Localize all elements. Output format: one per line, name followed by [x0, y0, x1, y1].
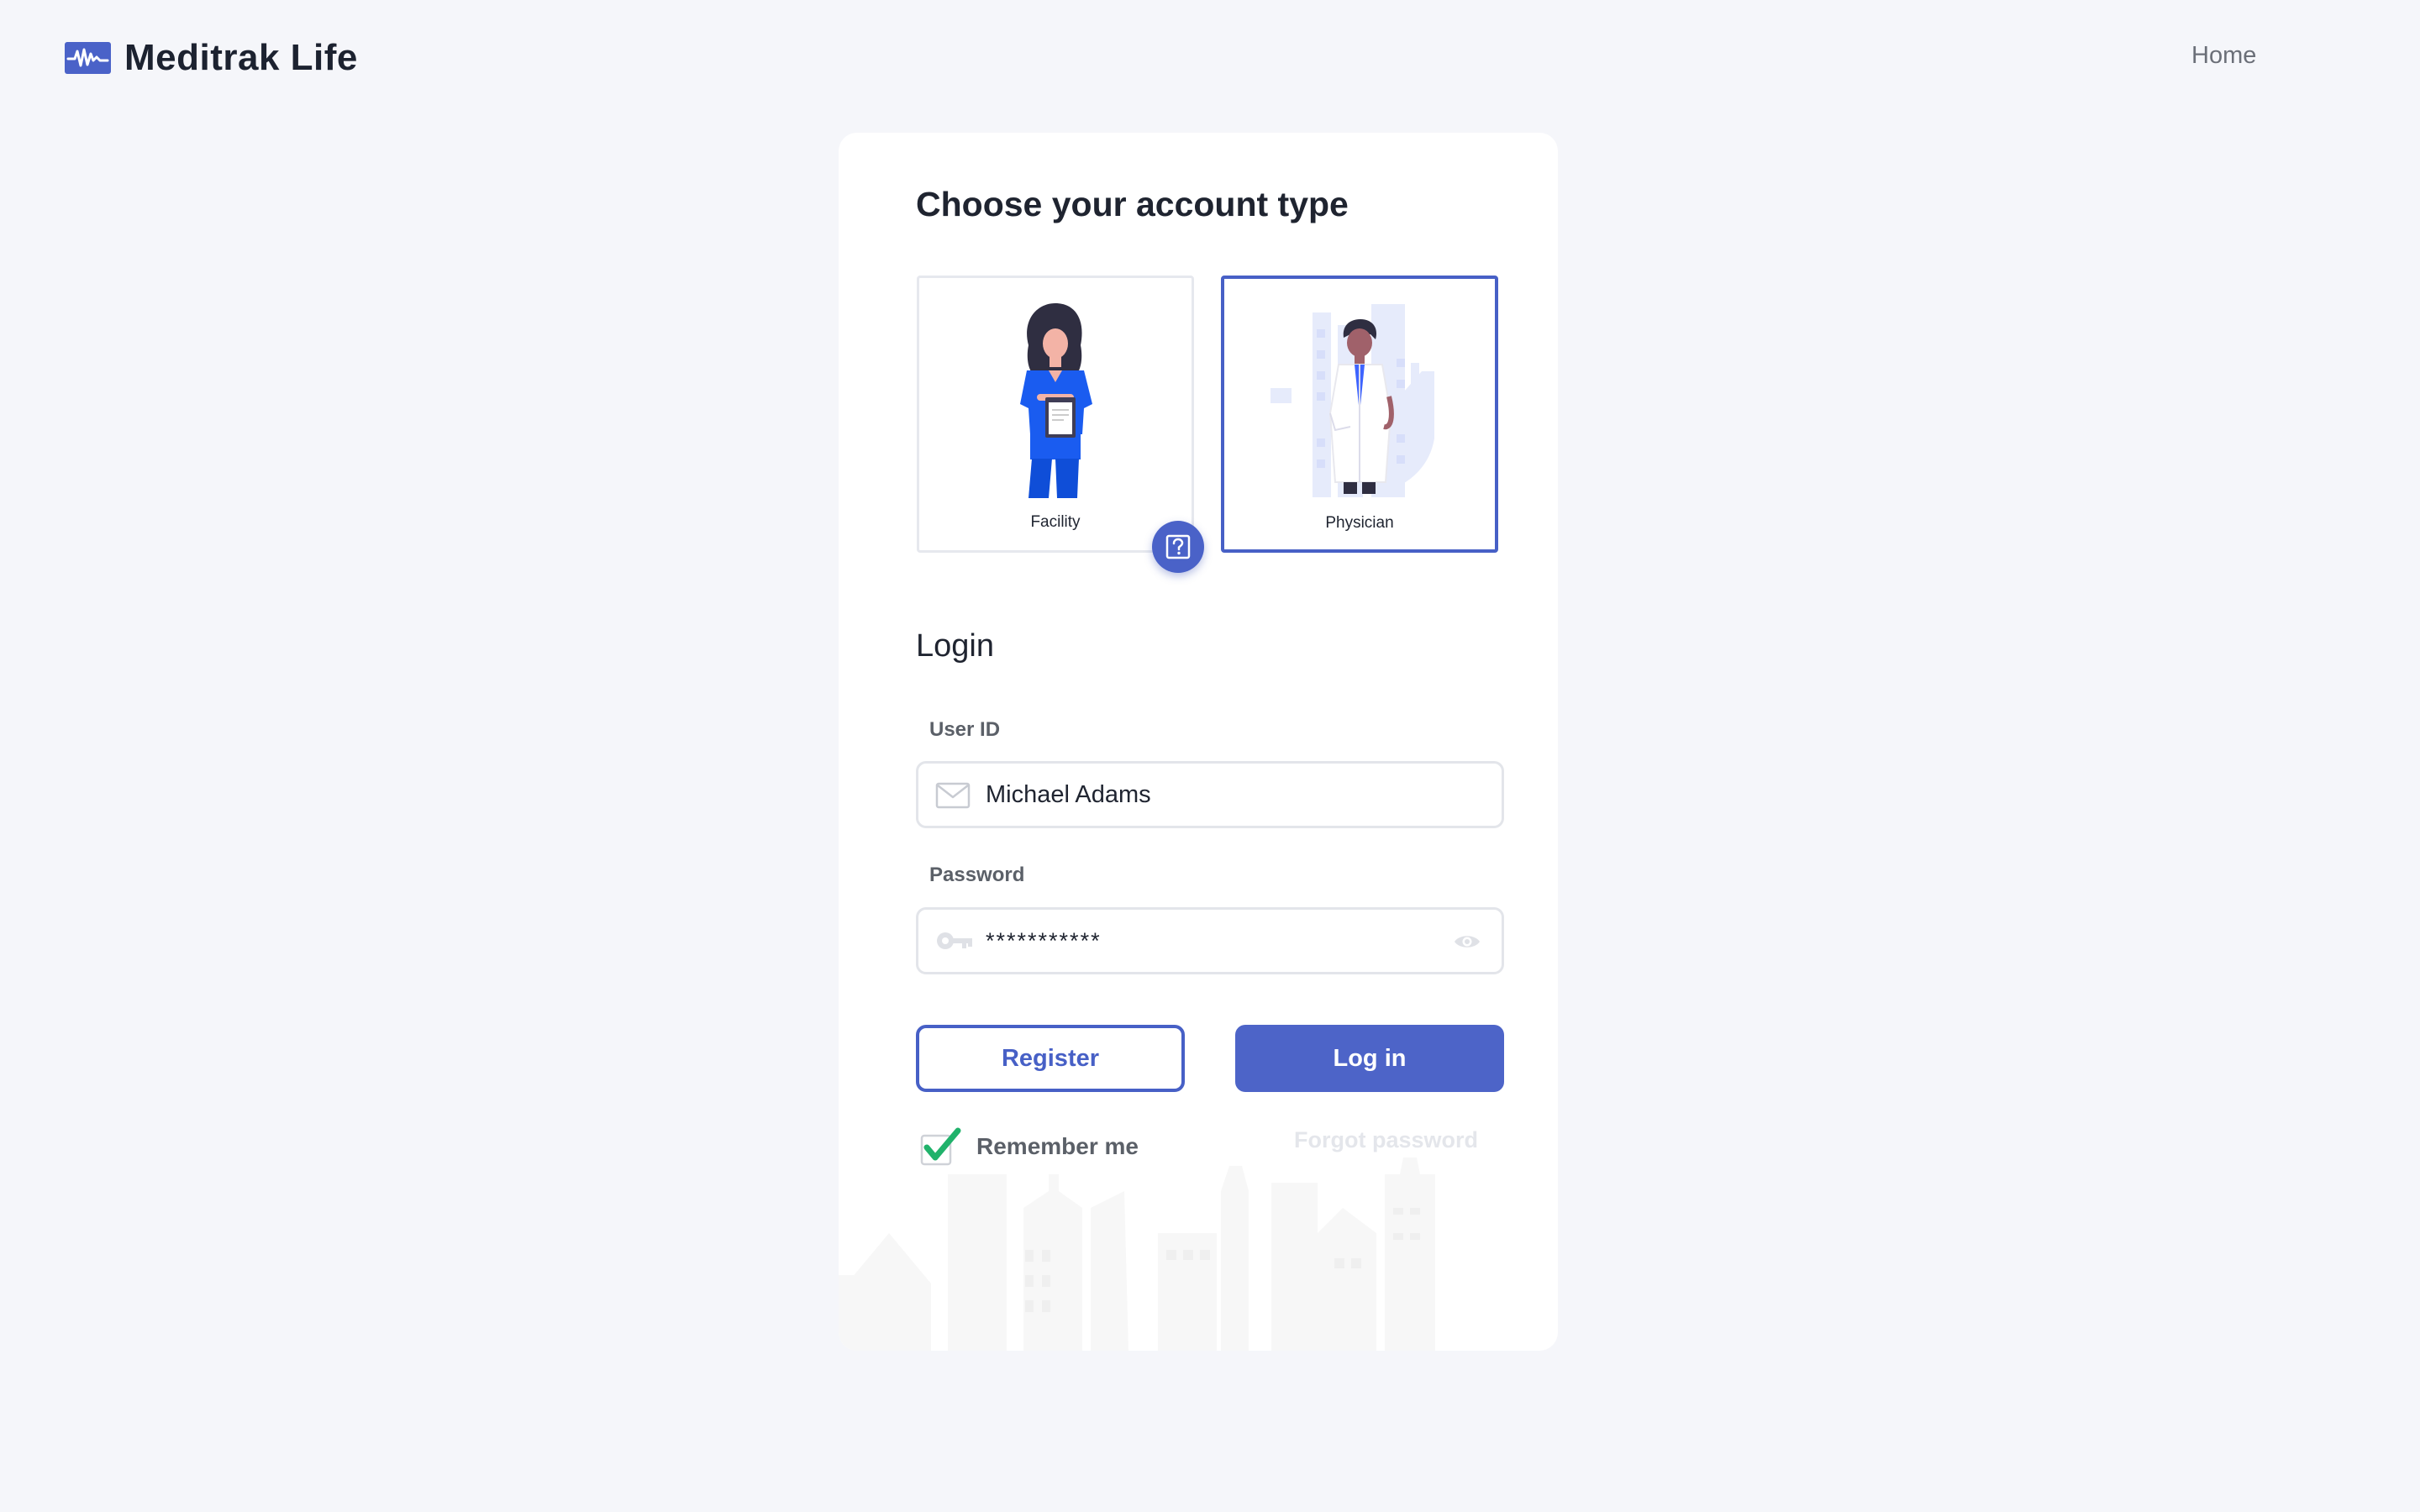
account-type-title: Choose your account type: [916, 185, 1349, 223]
top-bar: Meditrak Life Home: [0, 0, 2420, 118]
key-icon: [937, 932, 972, 949]
log-in-button[interactable]: Log in: [1235, 1025, 1504, 1092]
login-title: Login: [916, 628, 994, 664]
skyline-illustration: [839, 1158, 1435, 1351]
checkmark-icon: [920, 1127, 961, 1166]
remember-me-checkbox[interactable]: Remember me: [919, 1126, 1139, 1168]
question-icon: [1165, 534, 1191, 559]
login-card: Choose your account type Facility Physic…: [839, 133, 1558, 1351]
user-id-input[interactable]: Michael Adams: [986, 764, 1456, 826]
user-id-field[interactable]: Michael Adams: [916, 761, 1504, 828]
help-button[interactable]: [1152, 521, 1204, 573]
forgot-password-link[interactable]: Forgot password: [1294, 1127, 1478, 1153]
nurse-illustration: [1020, 303, 1092, 498]
heartbeat-logo-icon: [65, 42, 111, 74]
brand[interactable]: Meditrak Life: [65, 37, 358, 79]
account-option-physician[interactable]: Physician: [1221, 276, 1498, 553]
remember-me-label: Remember me: [976, 1133, 1139, 1159]
password-label: Password: [929, 864, 1025, 886]
password-input[interactable]: ***********: [986, 910, 1456, 972]
eye-icon[interactable]: [1453, 932, 1481, 952]
checkbox[interactable]: [919, 1126, 963, 1168]
user-id-label: User ID: [929, 718, 1001, 741]
register-button[interactable]: Register: [916, 1025, 1185, 1092]
account-option-label: Physician: [1325, 514, 1394, 532]
password-field[interactable]: ***********: [916, 907, 1504, 974]
account-option-facility[interactable]: Facility: [917, 276, 1194, 553]
nav-home-link[interactable]: Home: [2191, 42, 2256, 70]
account-option-label: Facility: [1030, 513, 1081, 531]
mail-icon: [935, 782, 971, 809]
brand-name: Meditrak Life: [124, 37, 358, 78]
physician-illustration: [1270, 304, 1434, 497]
